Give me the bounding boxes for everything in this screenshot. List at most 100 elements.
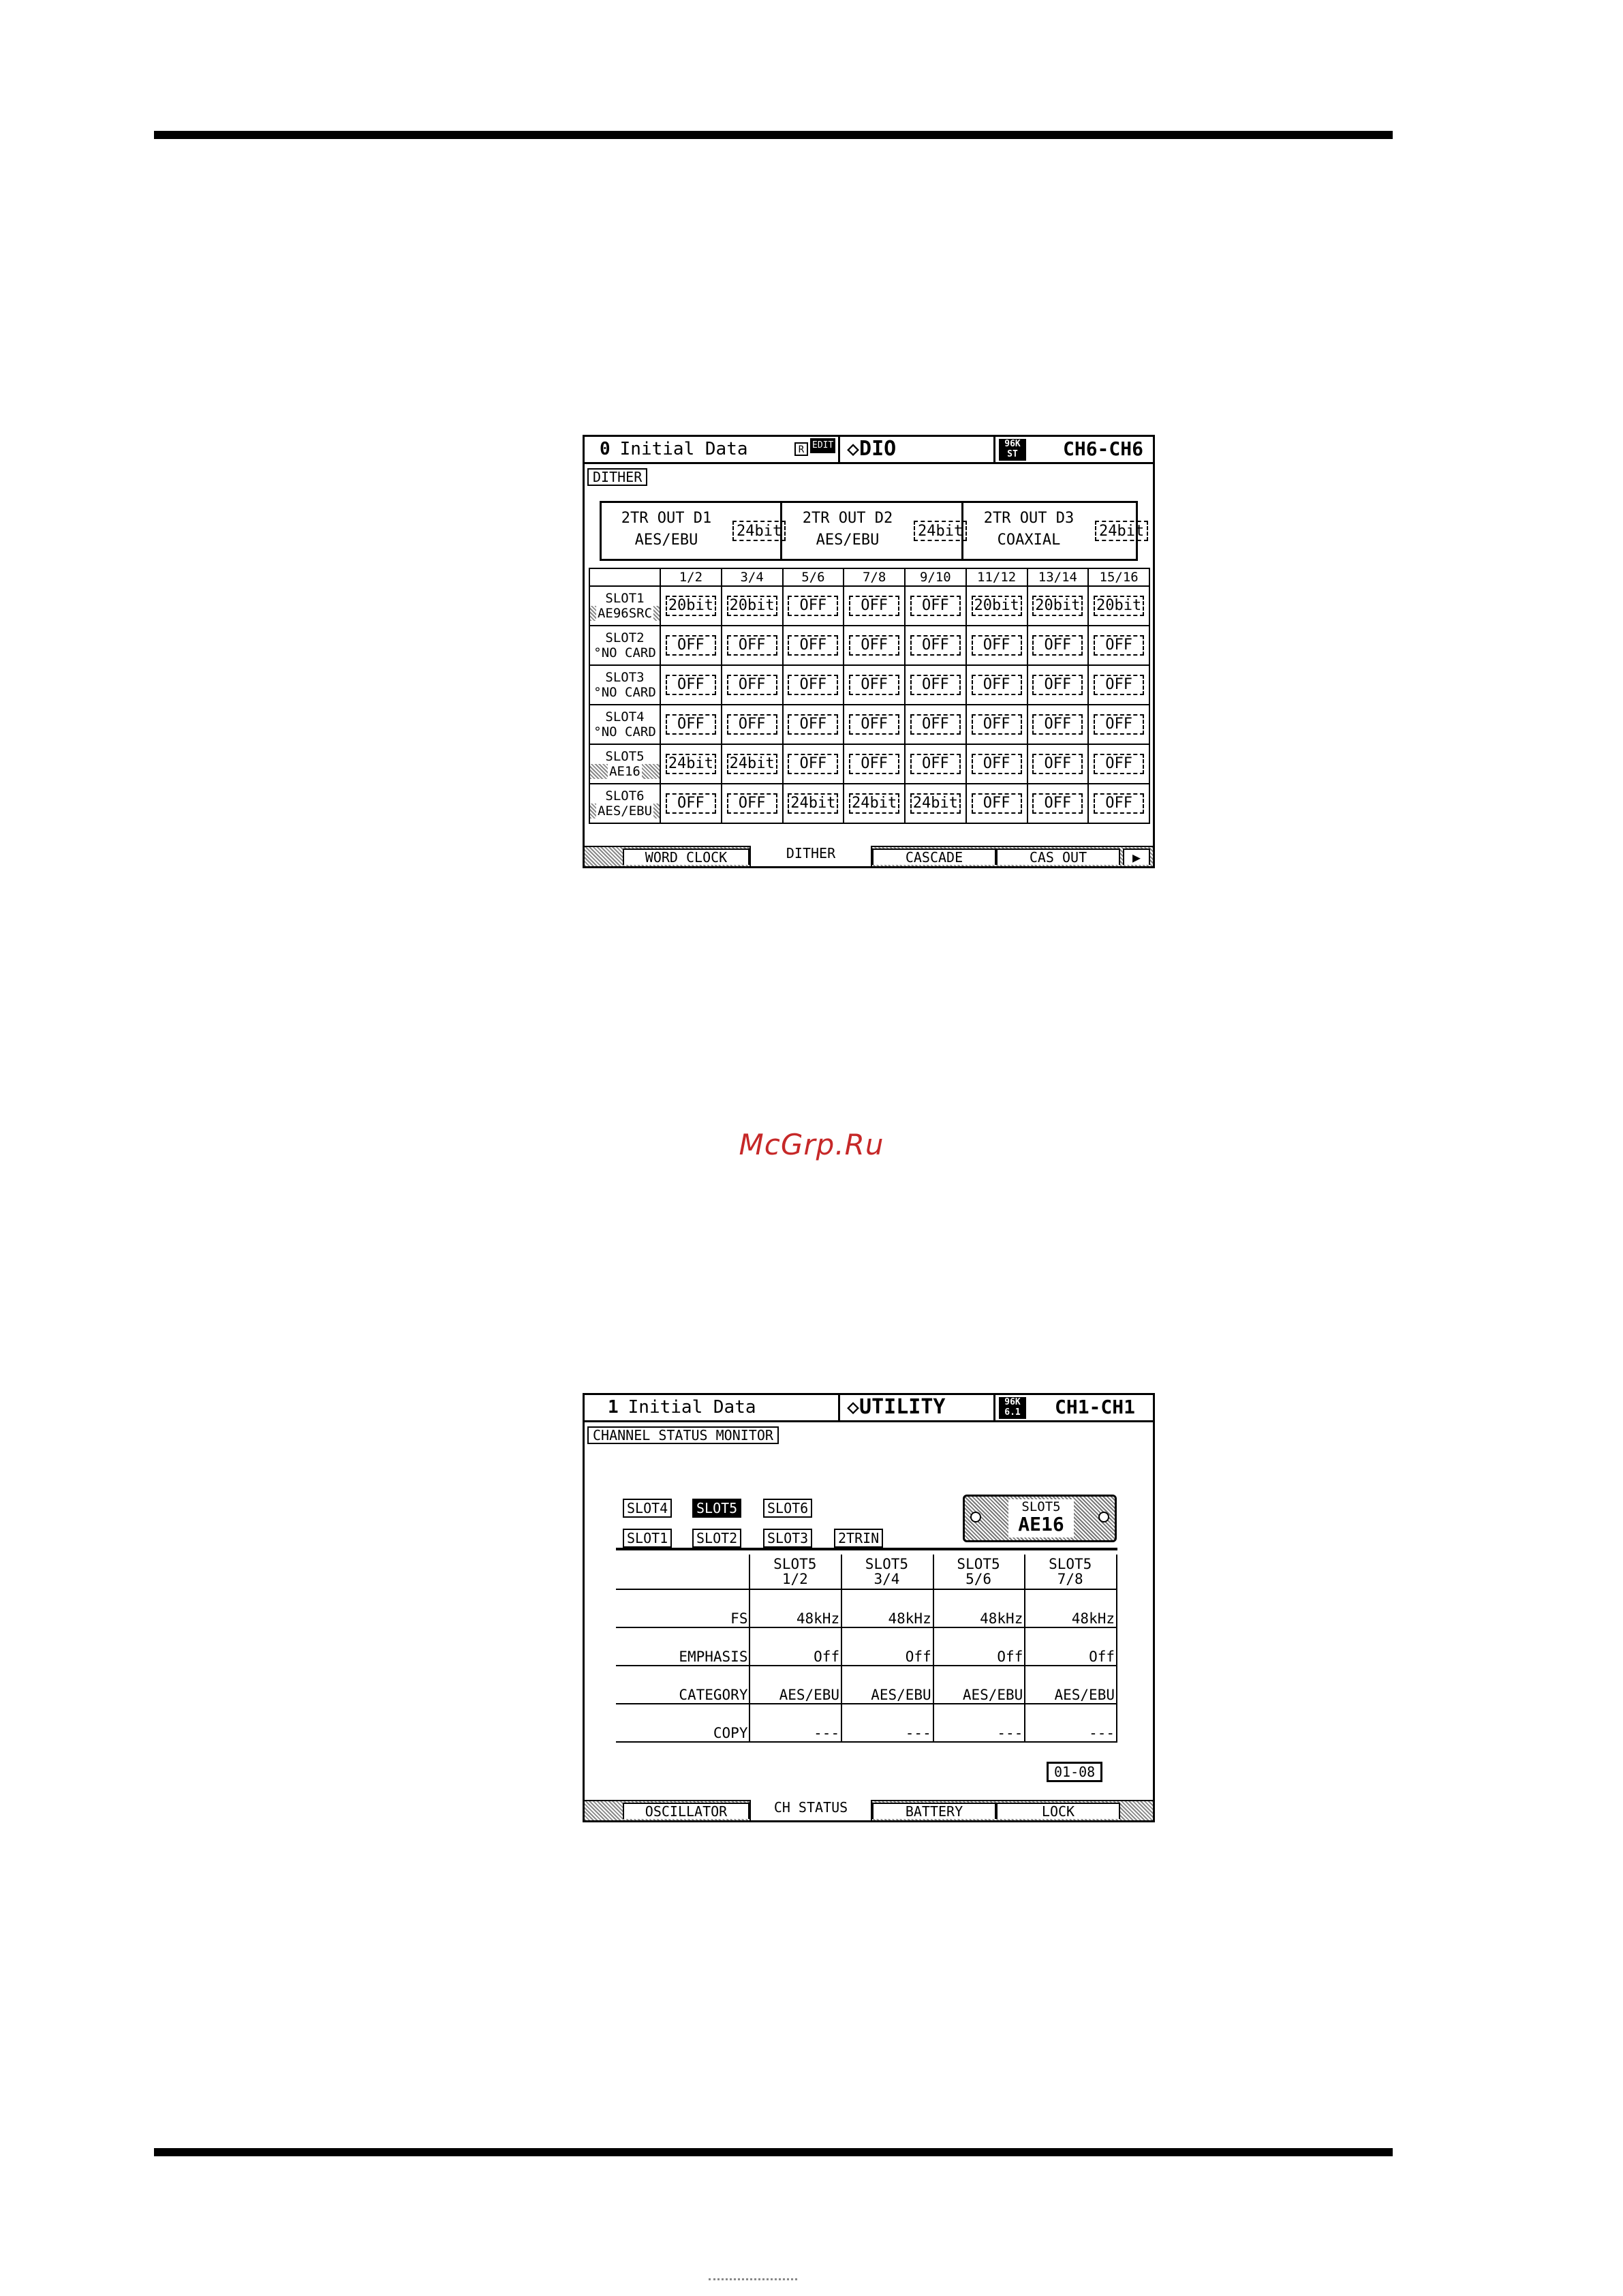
column-pair: 1/2	[782, 1571, 808, 1587]
column-header: 15/16	[1087, 568, 1150, 587]
column-header: 13/14	[1026, 568, 1089, 587]
dither-value[interactable]: OFF	[726, 675, 777, 695]
dither-value[interactable]: OFF	[849, 754, 900, 774]
card-label: SLOT5 AE16	[1008, 1499, 1074, 1537]
slot4-button[interactable]: SLOT4	[623, 1499, 673, 1518]
screw-icon	[970, 1512, 981, 1522]
dither-value[interactable]: OFF	[1032, 714, 1083, 735]
slot1-button[interactable]: SLOT1	[623, 1529, 673, 1548]
dither-value[interactable]: OFF	[971, 635, 1022, 656]
dither-value[interactable]: OFF	[788, 635, 839, 656]
dither-value[interactable]: OFF	[910, 596, 961, 616]
dither-value[interactable]: OFF	[1094, 754, 1145, 774]
dither-cell: OFF	[843, 625, 906, 666]
dither-value[interactable]: 20bit	[1094, 596, 1145, 616]
dither-value[interactable]: OFF	[1032, 754, 1083, 774]
dio-scene-number: 0	[600, 439, 610, 459]
dither-value[interactable]: OFF	[788, 714, 839, 735]
utility-scene: 1 Initial Data	[608, 1395, 756, 1420]
dither-cell: OFF	[904, 664, 967, 705]
dither-cell: OFF	[1087, 783, 1150, 824]
dither-cell: OFF	[1026, 704, 1089, 745]
dither-value[interactable]: OFF	[788, 675, 839, 695]
status-value: AES/EBU	[1025, 1666, 1117, 1704]
dither-value[interactable]: OFF	[665, 714, 716, 735]
dither-value[interactable]: 20bit	[665, 596, 716, 616]
tab-cascade[interactable]: CASCADE	[872, 848, 996, 865]
tab-oscillator[interactable]: OSCILLATOR	[623, 1803, 749, 1819]
dither-value[interactable]: OFF	[910, 675, 961, 695]
dither-cell: 20bit	[660, 585, 722, 626]
slot6-button[interactable]: SLOT6	[763, 1499, 813, 1518]
slot5-button[interactable]: SLOT5	[692, 1499, 742, 1518]
dither-value[interactable]: 20bit	[726, 596, 777, 616]
dither-value[interactable]: OFF	[1032, 635, 1083, 656]
dio-scene: 0 Initial Data	[600, 437, 748, 461]
rate-top: 96K	[1004, 439, 1021, 449]
out-d2-bit-value[interactable]: 24bit	[914, 521, 968, 541]
dither-value[interactable]: OFF	[971, 754, 1022, 774]
out-d3-bit-value[interactable]: 24bit	[1095, 521, 1149, 541]
column-slot: SLOT5	[865, 1556, 909, 1572]
tab-battery[interactable]: BATTERY	[872, 1803, 996, 1819]
2trin-button[interactable]: 2TRIN	[834, 1529, 884, 1548]
dither-value[interactable]: OFF	[1094, 675, 1145, 695]
column-header: 3/4	[720, 568, 784, 587]
dither-value[interactable]: OFF	[849, 675, 900, 695]
dither-value[interactable]: OFF	[849, 596, 900, 616]
dither-value[interactable]: OFF	[726, 635, 777, 656]
slot3-button[interactable]: SLOT3	[763, 1529, 813, 1548]
channel-page-button[interactable]: 01-08	[1047, 1762, 1103, 1782]
dither-value[interactable]: OFF	[788, 596, 839, 616]
dither-value[interactable]: OFF	[910, 635, 961, 656]
slot2-button[interactable]: SLOT2	[692, 1529, 742, 1548]
dither-value[interactable]: OFF	[665, 675, 716, 695]
slot-row-4: SLOT4NO CARD OFF OFF OFF OFF OFF OFF OFF…	[589, 704, 1150, 745]
dither-value[interactable]: OFF	[665, 793, 716, 814]
dither-value[interactable]: OFF	[665, 635, 716, 656]
dither-value[interactable]: 24bit	[788, 793, 839, 814]
slot-card-name: AE16	[608, 764, 642, 779]
dither-value[interactable]: 20bit	[1032, 596, 1083, 616]
dither-value[interactable]: OFF	[971, 714, 1022, 735]
dither-value[interactable]: OFF	[971, 675, 1022, 695]
dither-value[interactable]: OFF	[1032, 793, 1083, 814]
dither-value[interactable]: OFF	[910, 714, 961, 735]
tab-word-clock[interactable]: WORD CLOCK	[623, 848, 749, 865]
status-value: 48kHz	[749, 1589, 843, 1628]
dither-value[interactable]: OFF	[849, 714, 900, 735]
dither-value[interactable]: OFF	[1032, 675, 1083, 695]
slot-row-2: SLOT2NO CARD OFF OFF OFF OFF OFF OFF OFF…	[589, 625, 1150, 666]
dither-value[interactable]: OFF	[1094, 714, 1145, 735]
slot-row-3: SLOT3NO CARD OFF OFF OFF OFF OFF OFF OFF…	[589, 664, 1150, 705]
tab-next-arrow-icon[interactable]: ▶	[1123, 848, 1150, 865]
dither-value[interactable]: OFF	[971, 793, 1022, 814]
dither-value[interactable]: 24bit	[849, 793, 900, 814]
slot-name: SLOT5	[605, 749, 645, 764]
dio-dither-screen: 0 Initial Data R EDIT ◇DIO 96K ST CH6-CH6 …	[583, 435, 1155, 868]
tab-dither[interactable]: DITHER	[749, 846, 872, 866]
slot-name: SLOT4	[605, 709, 645, 724]
tab-ch-status[interactable]: CH STATUS	[749, 1800, 872, 1820]
dither-value[interactable]: OFF	[1094, 635, 1145, 656]
dither-cell: OFF	[782, 744, 845, 784]
dither-value[interactable]: OFF	[1094, 793, 1145, 814]
column-header: 5/6	[782, 568, 845, 587]
tab-cas-out[interactable]: CAS OUT	[996, 848, 1120, 865]
dither-value[interactable]: OFF	[849, 635, 900, 656]
dither-cell: OFF	[965, 783, 1028, 824]
dither-cell: OFF	[1026, 783, 1089, 824]
dither-value[interactable]: OFF	[788, 754, 839, 774]
dither-cell: 24bit	[782, 783, 845, 824]
dither-value[interactable]: 24bit	[910, 793, 961, 814]
out-d1-bit-value[interactable]: 24bit	[732, 521, 786, 541]
dither-value[interactable]: OFF	[726, 793, 777, 814]
dither-value[interactable]: OFF	[910, 754, 961, 774]
dither-value[interactable]: 24bit	[665, 754, 716, 774]
dither-value[interactable]: 20bit	[971, 596, 1022, 616]
dither-value[interactable]: 24bit	[726, 754, 777, 774]
slot-label: SLOT4NO CARD	[589, 704, 661, 745]
column-pair: 5/6	[965, 1571, 991, 1587]
dither-value[interactable]: OFF	[726, 714, 777, 735]
tab-lock[interactable]: LOCK	[996, 1803, 1120, 1819]
